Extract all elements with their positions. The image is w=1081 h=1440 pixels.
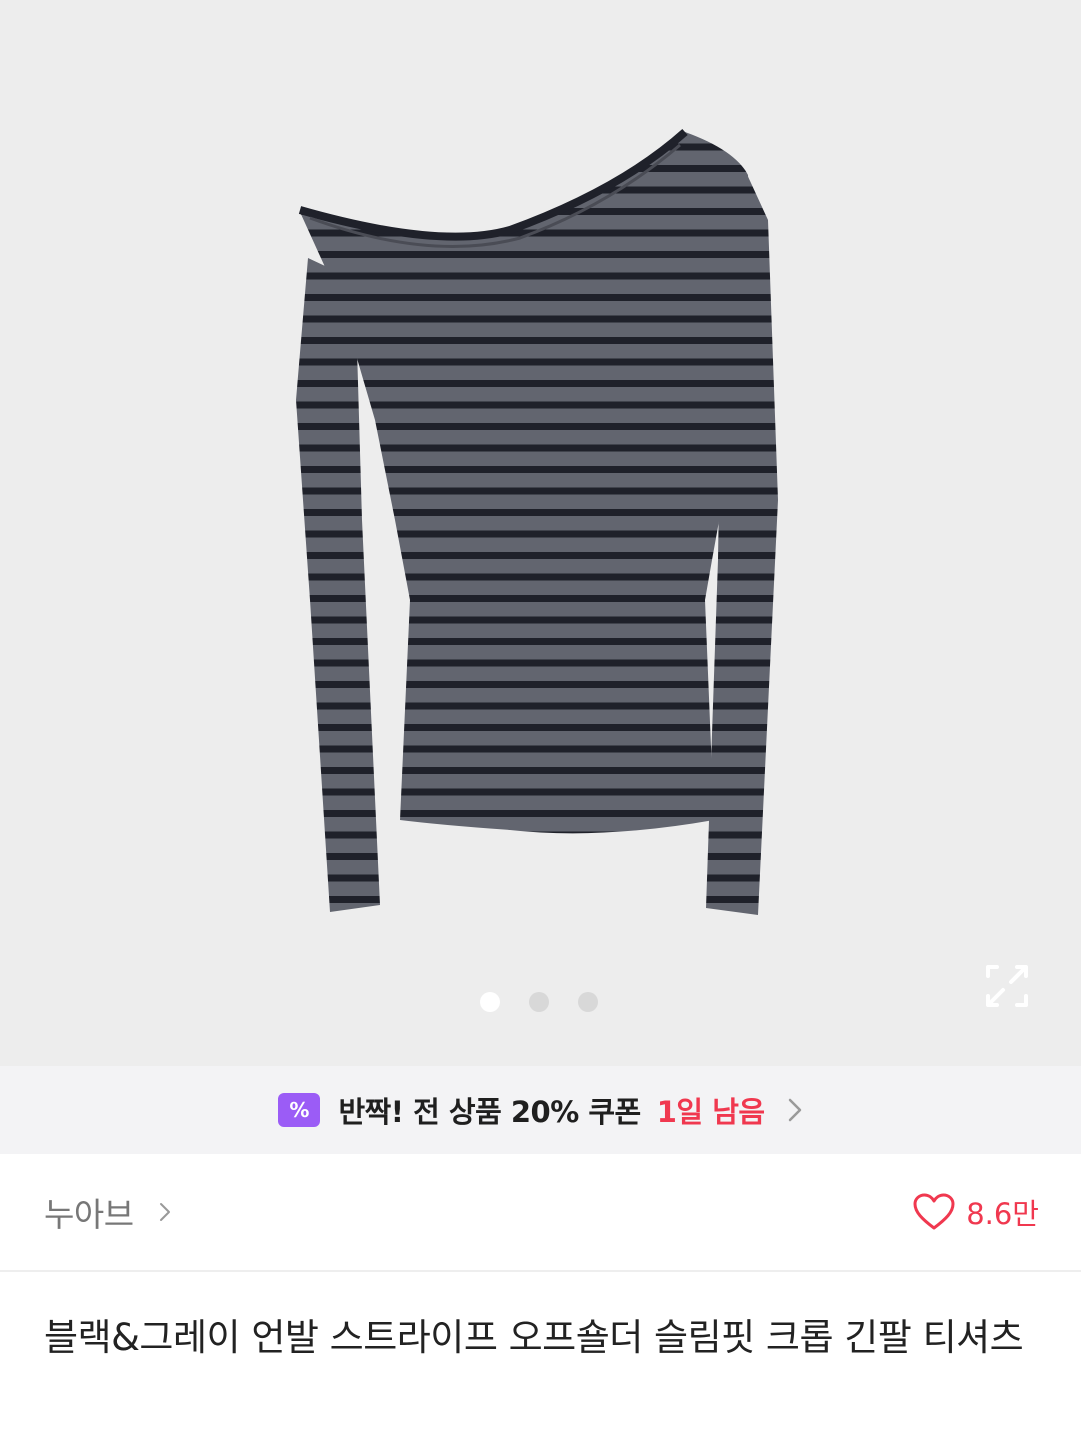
brand-row: 누아브 8.6만: [0, 1154, 1081, 1272]
chevron-right-icon: [788, 1098, 801, 1122]
chevron-right-icon: [159, 1203, 170, 1221]
like-button[interactable]: 8.6만: [912, 1191, 1039, 1233]
pagination-dots: [480, 992, 598, 1012]
coupon-banner[interactable]: % 반짝! 전 상품 20% 쿠폰 1일 남음: [0, 1066, 1081, 1154]
brand-link[interactable]: 누아브: [44, 1188, 172, 1236]
pagination-dot-3[interactable]: [578, 992, 598, 1012]
brand-name: 누아브: [44, 1195, 134, 1234]
pagination-dot-1[interactable]: [480, 992, 500, 1012]
expand-icon[interactable]: [985, 964, 1029, 1008]
product-image[interactable]: [0, 0, 1081, 1066]
coupon-remaining-time: 1일 남음: [656, 1095, 765, 1129]
coupon-percent-icon: %: [278, 1093, 321, 1127]
coupon-text: 반짝! 전 상품 20% 쿠폰: [338, 1095, 641, 1129]
product-image-gallery[interactable]: [0, 0, 1081, 1066]
pagination-dot-2[interactable]: [529, 992, 549, 1012]
heart-icon: [913, 1193, 955, 1230]
like-count: 8.6만: [966, 1197, 1039, 1231]
product-title: 블랙&그레이 언발 스트라이프 오프숄더 슬림핏 크롭 긴팔 티셔츠: [44, 1316, 1024, 1359]
